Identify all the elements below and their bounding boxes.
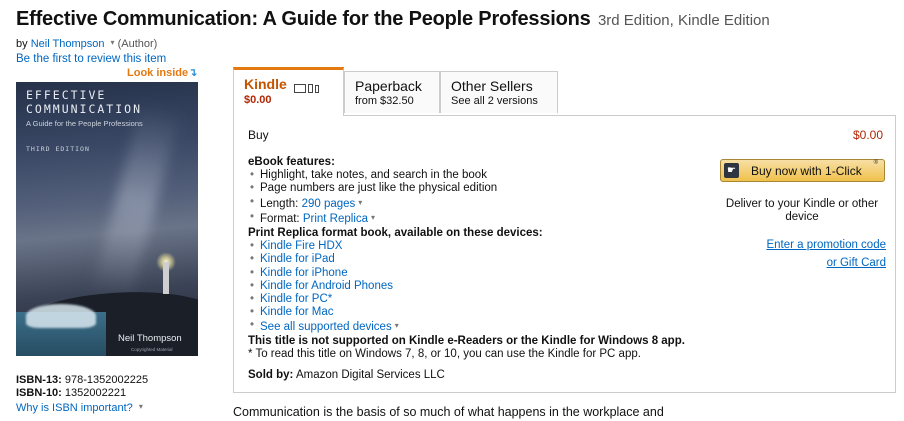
format-label: Format:	[260, 212, 300, 225]
length-link[interactable]: 290 pages	[302, 198, 356, 210]
byline: by Neil Thompson ▾ (Author)	[16, 38, 157, 50]
phone-icon	[314, 85, 319, 93]
isbn-block: ISBN-13: 978-1352002225 ISBN-10: 1352002…	[16, 374, 148, 415]
see-all-devices-link[interactable]: See all supported devices	[260, 321, 392, 333]
cover-copyright: Copyrighted Material	[131, 347, 173, 352]
cover-title: EFFECTIVE COMMUNICATION	[26, 88, 142, 116]
unsupported-warning: This title is not supported on Kindle e-…	[248, 334, 685, 347]
device-link[interactable]: Kindle for iPhone	[260, 267, 348, 279]
tablet-icon	[307, 84, 313, 93]
buy-now-button[interactable]: ☛ Buy now with 1-Click ®	[720, 159, 885, 182]
cover-title-line1: EFFECTIVE	[26, 88, 107, 102]
devices-list: Kindle Fire HDX Kindle for iPad Kindle f…	[248, 240, 708, 334]
buy-label: Buy	[248, 128, 269, 142]
length-dropdown-icon[interactable]: ▾	[358, 198, 362, 207]
device-link[interactable]: Kindle for PC*	[260, 293, 332, 305]
cover-wave	[26, 304, 96, 328]
list-item: Page numbers are just like the physical …	[248, 182, 708, 195]
list-item: Highlight, take notes, and search in the…	[248, 169, 708, 182]
buybox-panel: Buy $0.00 eBook features: Highlight, tak…	[233, 115, 896, 393]
tab-kindle-label: Kindle	[244, 76, 287, 92]
pointer-hand-icon: ☛	[724, 163, 739, 178]
product-title-row: Effective Communication: A Guide for the…	[16, 8, 770, 31]
author-role: (Author)	[117, 38, 158, 50]
author-link[interactable]: Neil Thompson	[31, 38, 105, 50]
tab-paperback-label: Paperback	[355, 78, 422, 94]
gift-card-link[interactable]: or Gift Card	[827, 257, 886, 269]
isbn-why-dropdown-icon[interactable]: ▾	[139, 402, 143, 411]
list-item: Kindle for iPad	[248, 253, 708, 266]
device-link[interactable]: Kindle for iPad	[260, 253, 335, 265]
laptop-icon	[293, 84, 306, 93]
ebook-features-list: Highlight, take notes, and search in the…	[248, 169, 708, 226]
look-inside-label: Look inside	[127, 67, 189, 79]
tab-paperback-price: from $32.50	[355, 95, 414, 107]
author-dropdown-icon[interactable]: ▾	[111, 38, 115, 47]
isbn-why-row: Why is ISBN important? ▾	[16, 400, 148, 415]
look-inside-arrow-icon: ↴	[188, 67, 198, 79]
cover-subtitle: A Guide for the People Professions	[26, 119, 143, 128]
isbn10-label: ISBN-10:	[16, 387, 62, 399]
promo-code-link[interactable]: Enter a promotion code	[766, 239, 886, 251]
product-edition: 3rd Edition, Kindle Edition	[597, 12, 770, 29]
tab-kindle[interactable]: Kindle $0.00	[233, 67, 344, 116]
buy-price: $0.00	[852, 128, 883, 142]
ebook-details: eBook features: Highlight, take notes, a…	[248, 156, 708, 382]
list-item: Kindle for iPhone	[248, 267, 708, 280]
see-all-devices-dropdown-icon[interactable]: ▾	[395, 321, 399, 330]
deliver-to-text: Deliver to your Kindle or other device	[725, 198, 879, 223]
sold-by: Sold by: Amazon Digital Services LLC	[248, 369, 708, 382]
sold-by-value: Amazon Digital Services LLC	[295, 369, 445, 382]
format-dropdown-icon[interactable]: ▾	[371, 213, 375, 222]
tab-other-sellers[interactable]: Other Sellers See all 2 versions	[440, 71, 558, 113]
devices-header: Print Replica format book, available on …	[248, 227, 543, 240]
by-label: by	[16, 38, 28, 50]
list-item: Kindle for PC*	[248, 293, 708, 306]
isbn10-value: 1352002221	[64, 387, 127, 399]
book-description: Communication is the basis of so much of…	[233, 405, 664, 419]
windows-note: * To read this title on Windows 7, 8, or…	[248, 347, 641, 360]
cover-edition: THIRD EDITION	[26, 145, 90, 153]
device-link[interactable]: Kindle Fire HDX	[260, 240, 342, 252]
list-item: Kindle for Mac	[248, 306, 708, 319]
product-title: Effective Communication: A Guide for the…	[16, 8, 591, 30]
format-link[interactable]: Print Replica	[303, 213, 368, 225]
isbn13-label: ISBN-13:	[16, 374, 62, 386]
list-item-length: Length: 290 pages▾	[248, 196, 708, 211]
length-label: Length:	[260, 197, 299, 210]
book-cover-image[interactable]: EFFECTIVE COMMUNICATION A Guide for the …	[16, 82, 198, 356]
device-link[interactable]: Kindle for Android Phones	[260, 280, 393, 292]
cover-title-line2: COMMUNICATION	[26, 102, 143, 116]
isbn13-value: 978-1352002225	[64, 374, 149, 386]
promo-links: Enter a promotion code or Gift Card	[716, 237, 886, 272]
isbn-why-link[interactable]: Why is ISBN important?	[16, 402, 133, 414]
list-item: See all supported devices▾	[248, 319, 708, 334]
list-item-format: Format: Print Replica▾	[248, 211, 708, 226]
list-item: Kindle Fire HDX	[248, 240, 708, 253]
device-link[interactable]: Kindle for Mac	[260, 306, 334, 318]
list-item: Kindle for Android Phones	[248, 280, 708, 293]
isbn10-row: ISBN-10: 1352002221	[16, 387, 148, 400]
look-inside-badge[interactable]: Look inside↴	[127, 66, 197, 79]
isbn13-row: ISBN-13: 978-1352002225	[16, 374, 148, 387]
tab-other-sellers-label: Other Sellers	[451, 78, 533, 94]
tab-kindle-name-row: Kindle	[244, 76, 333, 93]
review-link[interactable]: Be the first to review this item	[16, 53, 166, 65]
cover-lighthouse	[163, 262, 169, 294]
tab-kindle-price: $0.00	[244, 94, 272, 106]
buy-now-label: Buy now with 1-Click	[751, 164, 862, 178]
cover-author: Neil Thompson	[118, 333, 182, 344]
registered-mark: ®	[873, 160, 878, 166]
kindle-device-icons	[293, 77, 321, 93]
ebook-features-header: eBook features:	[248, 156, 335, 168]
tab-paperback[interactable]: Paperback from $32.50	[344, 71, 440, 113]
sold-by-label: Sold by:	[248, 369, 294, 382]
tab-other-sellers-sub: See all 2 versions	[451, 95, 538, 107]
